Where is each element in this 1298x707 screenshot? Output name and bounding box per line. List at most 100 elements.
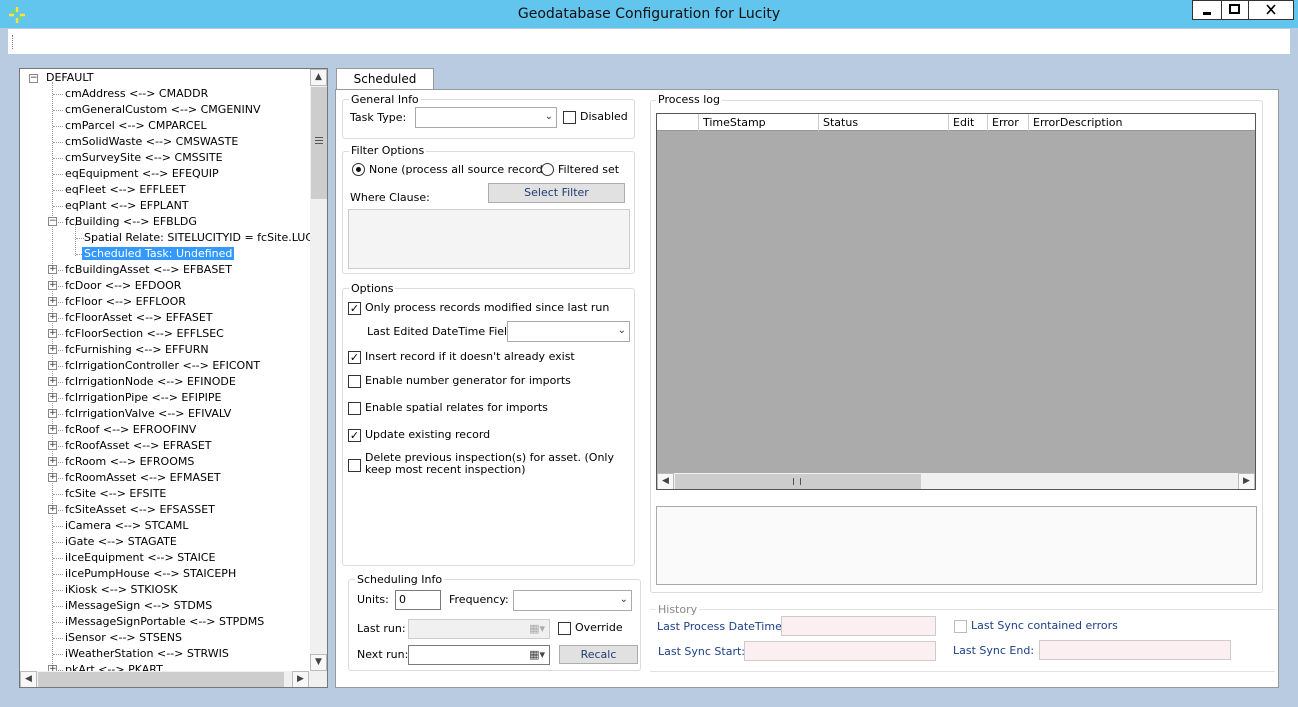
tree-item[interactable]: iMessageSignPortable <--> STPDMS (63, 614, 266, 630)
filter-set-radio[interactable] (541, 163, 554, 176)
update-existing-checkbox[interactable]: ✓ (348, 429, 361, 442)
tree-expand-icon[interactable]: + (48, 425, 57, 434)
toolbar-grip[interactable] (12, 35, 15, 49)
tree-item[interactable]: fcDoor <--> EFDOOR (63, 278, 183, 294)
tree-item[interactable]: fcFloorSection <--> EFFLSEC (63, 326, 226, 342)
tree-expand-icon[interactable]: + (48, 265, 57, 274)
tree-item[interactable]: iGate <--> STAGATE (63, 534, 179, 550)
scroll-right-icon[interactable]: ▶ (1238, 473, 1255, 489)
select-filter-button[interactable]: Select Filter (488, 183, 625, 203)
delete-previous-checkbox[interactable] (348, 459, 361, 472)
tree-item[interactable]: iWeatherStation <--> STRWIS (63, 646, 231, 662)
recalc-button[interactable]: Recalc (559, 645, 638, 664)
tree-item[interactable]: eqFleet <--> EFFLEET (63, 182, 188, 198)
tree-item[interactable]: fcRoom <--> EFROOMS (63, 454, 196, 470)
tree-child-item[interactable]: Spatial Relate: SITELUCITYID = fcSite.LU… (82, 230, 327, 246)
tree-item[interactable]: fcFloorAsset <--> EFFASET (63, 310, 215, 326)
tree-expand-icon[interactable]: + (48, 505, 57, 514)
tree-child-item[interactable]: Scheduled Task: Undefined (82, 246, 235, 262)
task-type-select[interactable]: ⌄ (415, 107, 557, 128)
tree-item[interactable]: cmParcel <--> CMPARCEL (63, 118, 209, 134)
tree-expand-icon[interactable]: + (48, 473, 57, 482)
tree-collapse-icon[interactable]: − (29, 74, 38, 83)
tree-expand-icon[interactable]: + (48, 377, 57, 386)
grid-column-header[interactable]: Error (988, 114, 1029, 131)
scroll-thumb[interactable] (38, 672, 284, 687)
tree-horizontal-scrollbar[interactable]: ◀ ▶ (20, 671, 310, 687)
maximize-button[interactable] (1221, 0, 1249, 20)
spatial-relates-checkbox[interactable] (348, 402, 361, 415)
log-detail-textbox[interactable] (656, 506, 1257, 585)
close-button[interactable] (1248, 0, 1294, 20)
tree-item[interactable]: cmSurveySite <--> CMSSITE (63, 150, 225, 166)
tree-vertical-scrollbar[interactable]: ▲ ▼ (310, 69, 327, 671)
last-edited-field-select[interactable]: ⌄ (507, 321, 630, 342)
frequency-select[interactable]: ⌄ (513, 590, 632, 611)
tree-item[interactable]: iCamera <--> STCAML (63, 518, 190, 534)
tree-expand-icon[interactable]: + (48, 313, 57, 322)
tree-item[interactable]: fcIrrigationPipe <--> EFIPIPE (63, 390, 223, 406)
insert-record-checkbox[interactable]: ✓ (348, 351, 361, 364)
scroll-up-icon[interactable]: ▲ (310, 69, 327, 86)
tree-item[interactable]: fcBuilding <--> EFBLDG (63, 214, 199, 230)
tree-expand-icon[interactable]: + (48, 345, 57, 354)
where-clause-textarea[interactable] (348, 209, 630, 269)
tree-item[interactable]: eqPlant <--> EFPLANT (63, 198, 191, 214)
grid-column-header[interactable]: Edit (949, 114, 988, 131)
units-input[interactable]: 0 (395, 590, 441, 610)
tree-expand-icon[interactable]: + (48, 361, 57, 370)
grid-header: TimeStamp Status Edit Error ErrorDescrip… (657, 114, 1255, 131)
tree-expand-icon[interactable]: + (48, 329, 57, 338)
scroll-left-icon[interactable]: ◀ (20, 671, 37, 687)
scroll-right-icon[interactable]: ▶ (292, 671, 309, 687)
tree-item[interactable]: fcIrrigationNode <--> EFINODE (63, 374, 238, 390)
tree-item[interactable]: fcIrrigationValve <--> EFIVALV (63, 406, 233, 422)
tree-item[interactable]: eqEquipment <--> EFEQUIP (63, 166, 221, 182)
tree-item[interactable]: fcSiteAsset <--> EFSASSET (63, 502, 217, 518)
grid-column-header[interactable]: TimeStamp (699, 114, 819, 131)
process-log-grid[interactable]: TimeStamp Status Edit Error ErrorDescrip… (656, 113, 1256, 490)
tree-item[interactable]: iSensor <--> STSENS (63, 630, 184, 646)
tree-item[interactable]: iKiosk <--> STKIOSK (63, 582, 180, 598)
grid-column-header[interactable]: ErrorDescription (1029, 114, 1255, 131)
tree-expand-icon[interactable]: + (48, 281, 57, 290)
grid-column-header[interactable] (657, 114, 699, 131)
config-tree[interactable]: − DEFAULT cmAddress <--> CMADDR cmGeneralCu… (19, 68, 328, 688)
tree-item[interactable]: iIcePumpHouse <--> STAICEPH (63, 566, 238, 582)
tree-collapse-icon[interactable]: − (48, 217, 57, 226)
tree-item[interactable]: fcBuildingAsset <--> EFBASET (63, 262, 234, 278)
last-run-datepicker[interactable]: ▦▾ (408, 619, 550, 639)
tree-item[interactable]: fcIrrigationController <--> EFICONT (63, 358, 262, 374)
filter-none-radio[interactable] (352, 163, 365, 176)
tree-item[interactable]: fcRoof <--> EFROOFINV (63, 422, 198, 438)
tree-item[interactable]: cmAddress <--> CMADDR (63, 86, 210, 102)
tree-item[interactable]: fcSite <--> EFSITE (63, 486, 168, 502)
tree-item[interactable]: cmGeneralCustom <--> CMGENINV (63, 102, 263, 118)
tree-item[interactable]: fcFurnishing <--> EFFURN (63, 342, 211, 358)
tree-expand-icon[interactable]: + (48, 297, 57, 306)
tree-item[interactable]: fcRoofAsset <--> EFRASET (63, 438, 214, 454)
grid-column-header[interactable]: Status (819, 114, 949, 131)
scroll-left-icon[interactable]: ◀ (657, 473, 674, 489)
scroll-thumb[interactable] (311, 87, 327, 199)
scroll-down-icon[interactable]: ▼ (310, 654, 327, 671)
only-modified-label: Only process records modified since last… (365, 301, 610, 314)
tree-expand-icon[interactable]: + (48, 441, 57, 450)
grid-horizontal-scrollbar[interactable]: ◀ ▶ (657, 473, 1255, 489)
tree-item[interactable]: iMessageSign <--> STDMS (63, 598, 214, 614)
disabled-checkbox[interactable] (563, 111, 576, 124)
tree-expand-icon[interactable]: + (48, 457, 57, 466)
tree-item[interactable]: cmSolidWaste <--> CMSWASTE (63, 134, 240, 150)
tree-expand-icon[interactable]: + (48, 409, 57, 418)
only-modified-checkbox[interactable]: ✓ (348, 302, 361, 315)
scroll-thumb[interactable] (675, 474, 921, 489)
number-generator-checkbox[interactable] (348, 375, 361, 388)
tree-item[interactable]: iIceEquipment <--> STAICE (63, 550, 217, 566)
tab-scheduled-tasks[interactable]: Scheduled Tasks (336, 68, 434, 106)
tree-expand-icon[interactable]: + (48, 393, 57, 402)
tree-item[interactable]: fcFloor <--> EFFLOOR (63, 294, 188, 310)
tree-item[interactable]: fcRoomAsset <--> EFMASET (63, 470, 223, 486)
override-checkbox[interactable] (558, 622, 571, 635)
minimize-button[interactable] (1192, 0, 1222, 20)
next-run-datepicker[interactable]: ▦▾ (408, 645, 550, 665)
